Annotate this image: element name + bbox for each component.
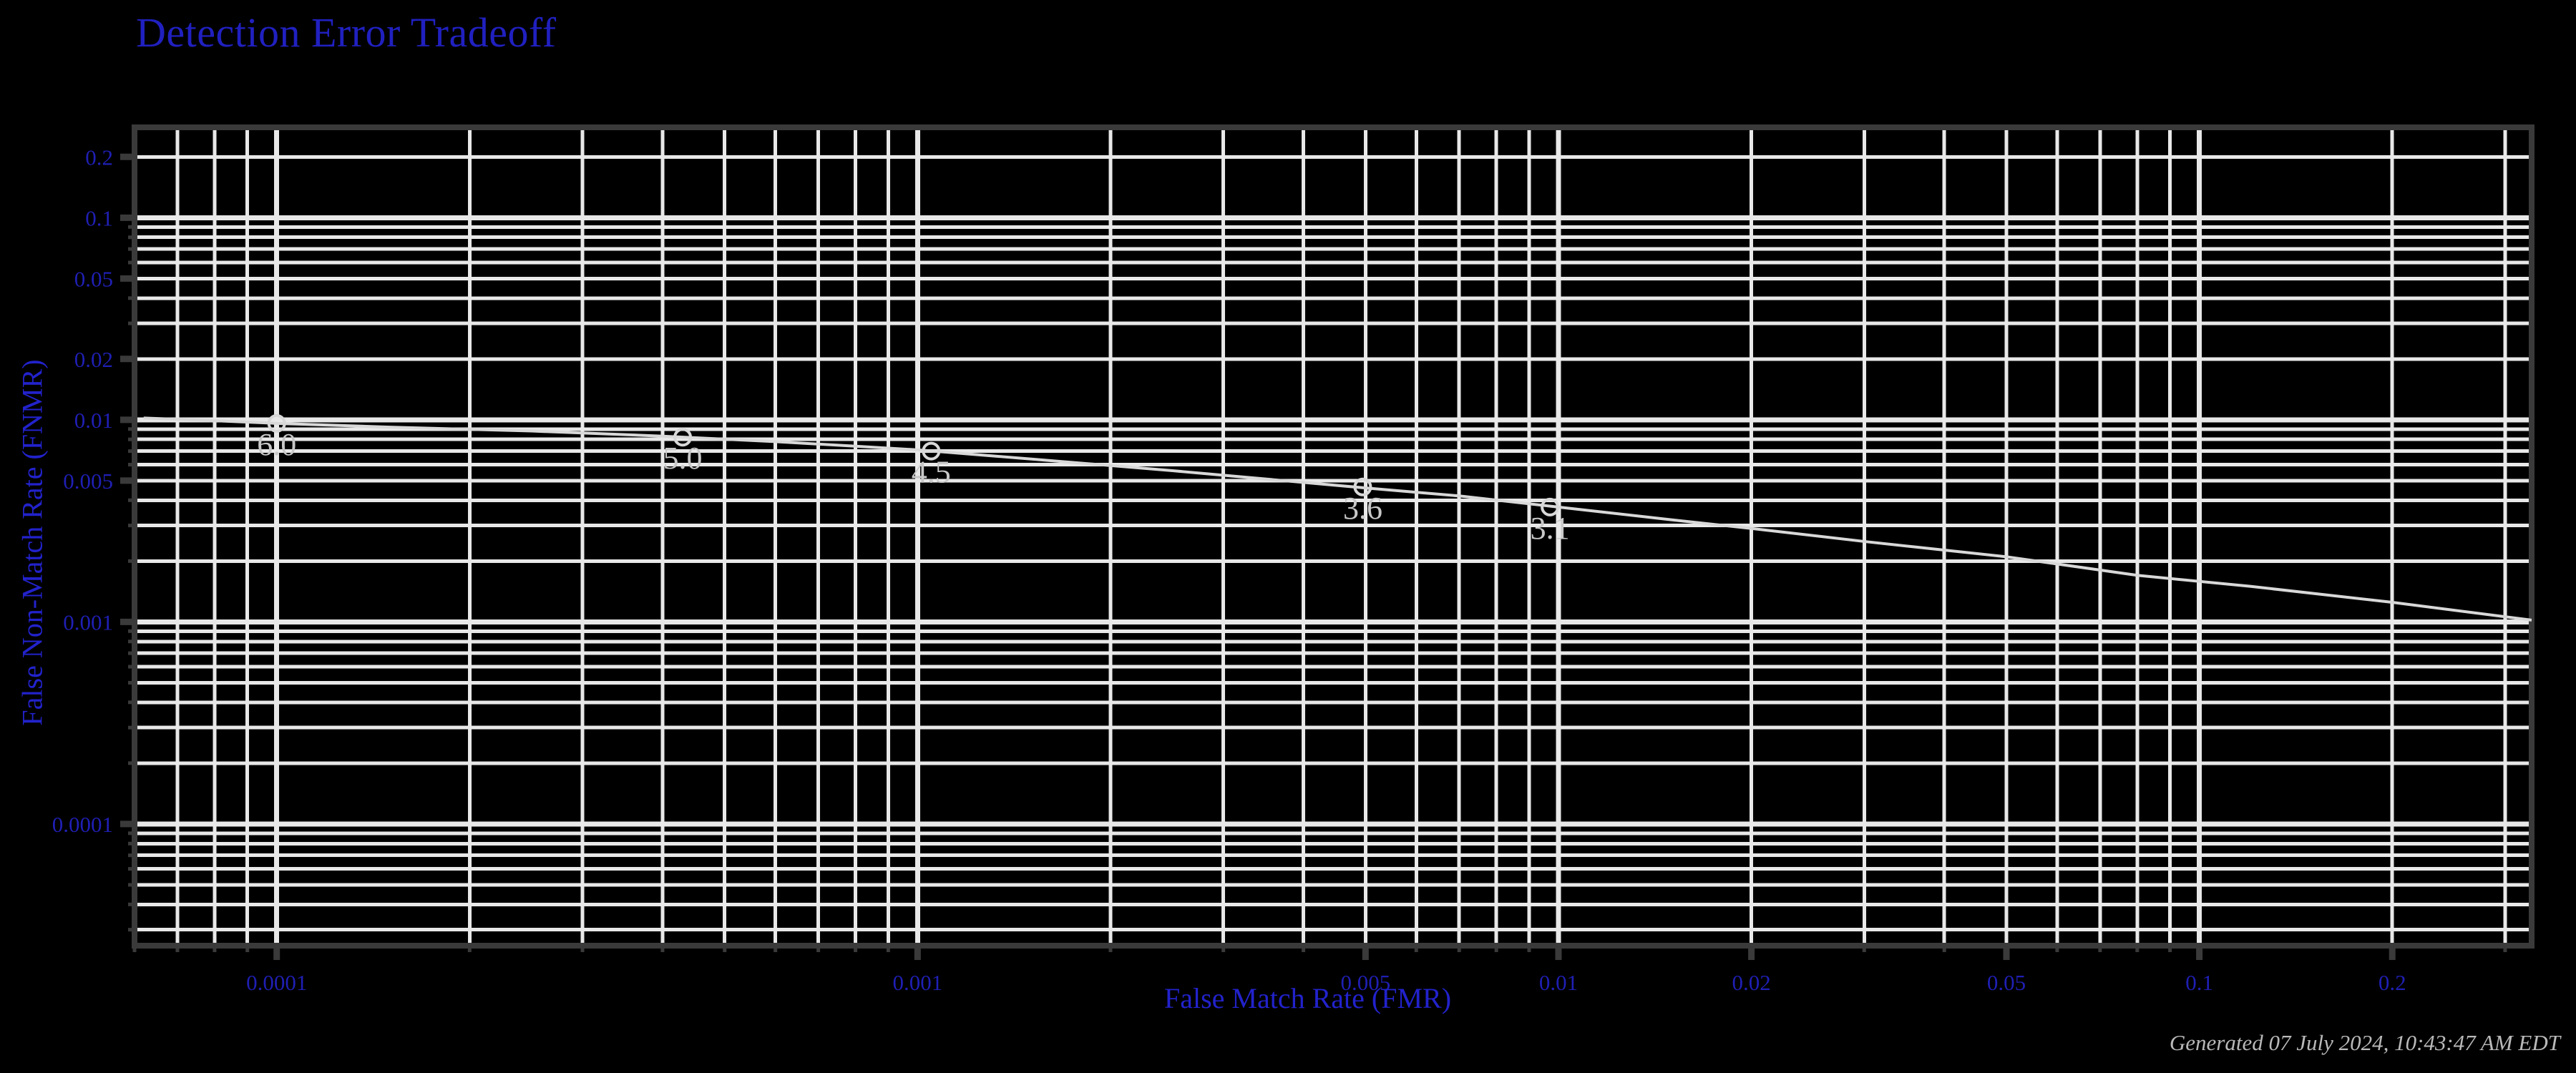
y-tick-label: 0.01 xyxy=(74,408,113,433)
x-tick-label: 0.01 xyxy=(1539,970,1578,995)
series-group xyxy=(143,416,2532,622)
x-tick-label: 0.1 xyxy=(2185,970,2213,995)
y-tick-label: 0.2 xyxy=(85,144,113,170)
y-tick-label: 0.05 xyxy=(74,266,113,291)
det-curve xyxy=(143,416,2532,622)
x-tick-label: 0.2 xyxy=(2379,970,2406,995)
operating-point-label: 4.5 xyxy=(912,455,951,490)
y-tick-label: 0.02 xyxy=(74,347,113,372)
x-tick-label: 0.001 xyxy=(892,970,942,995)
y-tick-label: 0.0001 xyxy=(52,812,113,837)
y-tick-label: 0.1 xyxy=(85,205,113,230)
gridlines xyxy=(135,127,2532,946)
operating-point-label: 6.0 xyxy=(257,427,296,462)
operating-point-label: 3.1 xyxy=(1531,511,1570,546)
operating-point-label: 3.6 xyxy=(1343,491,1382,526)
y-axis-title: False Non-Match Rate (FNMR) xyxy=(16,359,49,726)
det-chart-canvas: 0.0001 0.001 0.005 0.01 0.02 0.05 0.1 0.2 0.2 0.1… xyxy=(52,124,2534,995)
x-tick-label: 0.0001 xyxy=(246,970,307,995)
x-tick-label: 0.05 xyxy=(1987,970,2026,995)
y-tick-label: 0.005 xyxy=(63,469,113,494)
generated-timestamp: Generated 07 July 2024, 10:43:47 AM EDT xyxy=(2169,1030,2560,1055)
operating-point-label: 5.0 xyxy=(663,441,703,476)
x-axis-title: False Match Rate (FMR) xyxy=(1164,982,1452,1014)
x-tick-label: 0.02 xyxy=(1732,970,1770,995)
y-tick-label: 0.001 xyxy=(63,609,113,635)
det-plot-page: Detection Error Tradeoff 0.0001 0.001 0.00… xyxy=(0,0,2576,1073)
